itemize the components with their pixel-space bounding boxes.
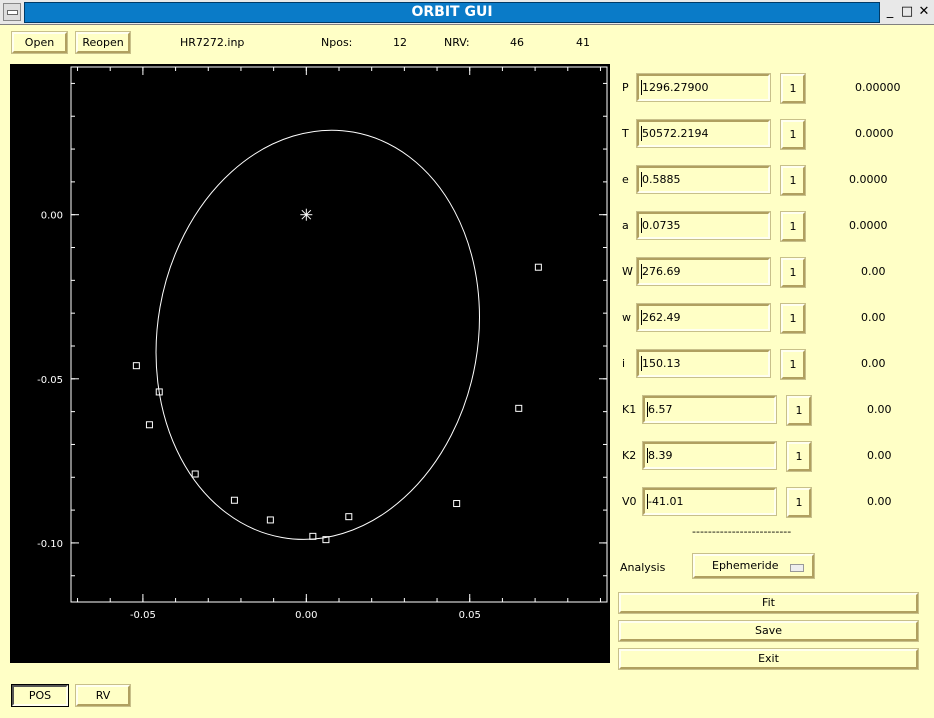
param-label-i: i bbox=[622, 357, 626, 370]
param-flag-V0[interactable]: 1 bbox=[786, 487, 812, 518]
param-error-P: 0.00000 bbox=[855, 81, 901, 94]
param-input-T[interactable]: 50572.2194 bbox=[636, 119, 771, 148]
pos-view-button[interactable]: POS bbox=[11, 684, 69, 707]
title-bar: ORBIT GUI _ □ ✕ bbox=[0, 0, 934, 25]
param-label-K2: K2 bbox=[622, 449, 637, 462]
param-error-K1: 0.00 bbox=[867, 403, 892, 416]
param-input-P[interactable]: 1296.27900 bbox=[636, 73, 771, 102]
minimize-icon[interactable]: _ bbox=[882, 3, 898, 20]
param-input-a[interactable]: 0.0735 bbox=[636, 211, 771, 240]
param-flag-K2[interactable]: 1 bbox=[786, 441, 812, 472]
filename-label: HR7272.inp bbox=[180, 36, 245, 49]
open-button[interactable]: Open bbox=[11, 31, 68, 54]
x-tick-label: -0.05 bbox=[130, 610, 156, 621]
param-input-K2[interactable]: 8.39 bbox=[642, 441, 777, 470]
nrv-value-2: 41 bbox=[576, 36, 590, 49]
window-menu-icon[interactable] bbox=[3, 3, 21, 21]
orbit-plot-svg: -0.05 0.00 0.05 0.00 -0.05 -0.10 bbox=[37, 66, 608, 621]
plot-frame bbox=[70, 66, 608, 603]
param-input-w[interactable]: 262.49 bbox=[636, 303, 771, 332]
y-tick-label: -0.05 bbox=[37, 375, 63, 386]
param-label-w: w bbox=[622, 311, 631, 324]
param-label-T: T bbox=[622, 127, 629, 140]
analysis-dropdown[interactable]: Ephemeride bbox=[692, 553, 815, 579]
orbit-plot[interactable]: -0.05 0.00 0.05 0.00 -0.05 -0.10 bbox=[10, 64, 610, 663]
rv-view-button[interactable]: RV bbox=[75, 684, 131, 707]
observation-point bbox=[266, 516, 274, 524]
nrv-value-1: 46 bbox=[510, 36, 524, 49]
param-label-W: W bbox=[622, 265, 633, 278]
param-error-w: 0.00 bbox=[861, 311, 886, 324]
observation-point bbox=[191, 470, 199, 478]
param-input-e[interactable]: 0.5885 bbox=[636, 165, 771, 194]
close-icon[interactable]: ✕ bbox=[916, 3, 932, 20]
window-title: ORBIT GUI bbox=[24, 2, 880, 23]
param-input-W[interactable]: 276.69 bbox=[636, 257, 771, 286]
x-tick-label: 0.00 bbox=[295, 610, 317, 621]
npos-value: 12 bbox=[393, 36, 407, 49]
param-error-a: 0.0000 bbox=[849, 219, 888, 232]
param-error-T: 0.0000 bbox=[855, 127, 894, 140]
param-label-e: e bbox=[622, 173, 629, 186]
analysis-label: Analysis bbox=[620, 561, 666, 574]
orbit-ellipse bbox=[155, 129, 480, 540]
observation-point bbox=[132, 362, 140, 370]
exit-button[interactable]: Exit bbox=[618, 648, 919, 670]
maximize-icon[interactable]: □ bbox=[899, 3, 915, 20]
param-flag-e[interactable]: 1 bbox=[780, 165, 806, 196]
param-flag-K1[interactable]: 1 bbox=[786, 395, 812, 426]
param-input-K1[interactable]: 6.57 bbox=[642, 395, 777, 424]
dropdown-indicator-icon bbox=[790, 564, 804, 572]
param-label-P: P bbox=[622, 81, 629, 94]
param-flag-T[interactable]: 1 bbox=[780, 119, 806, 150]
y-tick-label: 0.00 bbox=[41, 211, 63, 222]
save-button[interactable]: Save bbox=[618, 620, 919, 642]
x-tick-label: 0.05 bbox=[459, 610, 481, 621]
param-label-V0: V0 bbox=[622, 495, 637, 508]
reopen-button[interactable]: Reopen bbox=[75, 31, 131, 54]
param-input-V0[interactable]: -41.01 bbox=[642, 487, 777, 516]
nrv-label: NRV: bbox=[444, 36, 470, 49]
analysis-selected: Ephemeride bbox=[712, 559, 779, 572]
param-flag-i[interactable]: 1 bbox=[780, 349, 806, 380]
param-flag-W[interactable]: 1 bbox=[780, 257, 806, 288]
param-error-e: 0.0000 bbox=[849, 173, 888, 186]
param-error-K2: 0.00 bbox=[867, 449, 892, 462]
observation-point bbox=[453, 500, 461, 508]
fit-button[interactable]: Fit bbox=[618, 592, 919, 614]
param-input-i[interactable]: 150.13 bbox=[636, 349, 771, 378]
param-error-V0: 0.00 bbox=[867, 495, 892, 508]
y-tick-label: -0.10 bbox=[37, 539, 63, 550]
observation-point bbox=[515, 404, 523, 412]
observation-point bbox=[345, 513, 353, 521]
param-flag-w[interactable]: 1 bbox=[780, 303, 806, 334]
param-label-K1: K1 bbox=[622, 403, 637, 416]
npos-label: Npos: bbox=[321, 36, 353, 49]
param-label-a: a bbox=[622, 219, 629, 232]
observation-point bbox=[534, 263, 542, 271]
param-error-W: 0.00 bbox=[861, 265, 886, 278]
observation-point bbox=[230, 496, 238, 504]
param-error-i: 0.00 bbox=[861, 357, 886, 370]
param-flag-P[interactable]: 1 bbox=[780, 73, 806, 104]
separator: ------------------------- bbox=[692, 525, 792, 538]
param-flag-a[interactable]: 1 bbox=[780, 211, 806, 242]
observation-point bbox=[145, 421, 153, 429]
